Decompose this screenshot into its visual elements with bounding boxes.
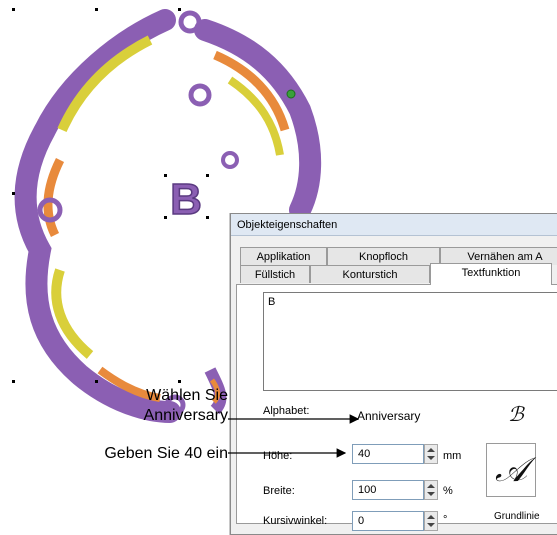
selection-handle[interactable] [178,380,181,383]
italic-angle-spinner[interactable] [424,511,438,531]
tab-applikation[interactable]: Applikation [240,247,327,265]
selection-handle[interactable] [178,8,181,11]
callout-enter-height: Geben Sie 40 ein [104,445,228,462]
callout-line: Wählen Sie [146,387,228,404]
italic-angle-label: Kursivwinkel: [263,515,328,527]
letter-handle[interactable] [164,216,167,219]
selection-handle[interactable] [12,8,15,11]
letter-handle[interactable] [206,216,209,219]
italic-angle-unit: ° [443,514,448,526]
width-unit: % [443,485,453,497]
text-input[interactable]: B [263,292,557,391]
selection-handle[interactable] [95,8,98,11]
style-preview: 𝒜 [486,443,536,497]
height-field[interactable]: 40 [352,444,424,464]
height-spinner[interactable] [424,444,438,464]
letter-handle[interactable] [164,174,167,177]
rotation-handle[interactable] [286,89,296,99]
callout-choose-alphabet: Wählen Sie Anniversary [60,386,228,426]
width-label: Breite: [263,485,295,497]
baseline-label: Grundlinie [494,511,540,522]
letter-handle[interactable] [206,174,209,177]
tab-knopfloch[interactable]: Knopfloch [327,247,440,265]
height-unit: mm [443,450,462,462]
selected-letter[interactable]: B [169,174,202,225]
selection-handle[interactable] [12,192,15,195]
width-field[interactable]: 100 [352,480,424,500]
tab-konturstich[interactable]: Konturstich [310,265,430,283]
dialog-title: Objekteigenschaften [231,214,557,236]
callout-line: Anniversary [143,407,228,424]
width-spinner[interactable] [424,480,438,500]
tab-textfunktion[interactable]: Textfunktion [430,263,552,285]
italic-angle-field[interactable]: 0 [352,511,424,531]
selection-handle[interactable] [12,380,15,383]
alphabet-label: Alphabet: [263,405,310,417]
alphabet-value: Anniversary [357,409,421,423]
style-preview-glyph: 𝒜 [495,450,528,490]
tab-fuellstich[interactable]: Füllstich [240,265,310,283]
selection-handle[interactable] [95,380,98,383]
height-label: Höhe: [263,450,293,462]
alphabet-preview-glyph: ℬ [508,402,524,426]
